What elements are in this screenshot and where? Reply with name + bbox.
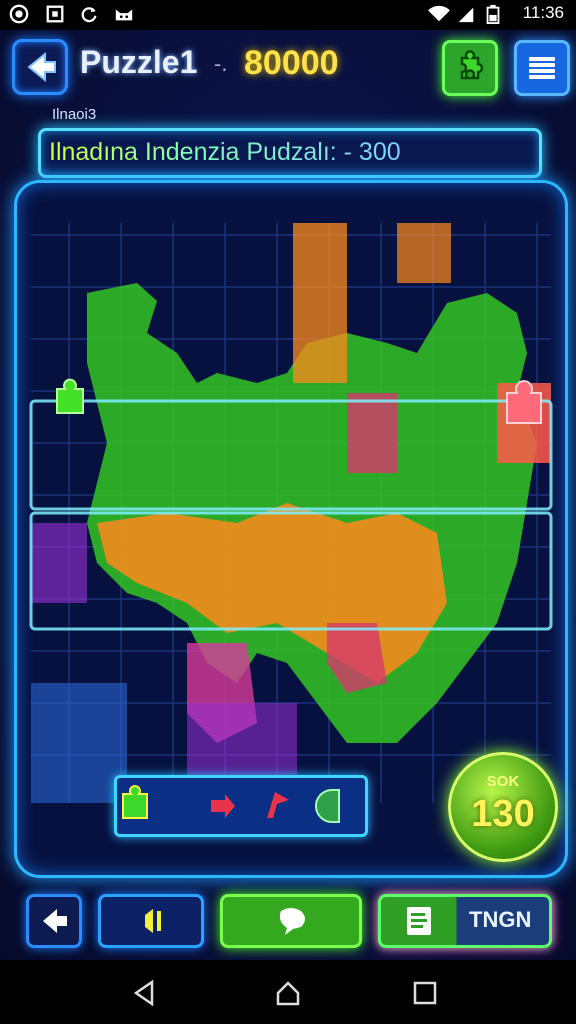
- piece-tray[interactable]: [114, 775, 368, 837]
- cat-icon: [115, 9, 133, 21]
- record-icon: [9, 4, 29, 24]
- puzzle-button[interactable]: [442, 40, 498, 96]
- back-triangle-icon[interactable]: [130, 978, 160, 1008]
- tray-icons: [122, 785, 340, 824]
- home-icon[interactable]: [273, 978, 303, 1008]
- speaker-icon: [145, 909, 161, 933]
- document-icon: [407, 907, 431, 935]
- rotate-button[interactable]: [98, 894, 204, 948]
- menu-button[interactable]: [514, 40, 570, 96]
- hint-button[interactable]: [220, 894, 362, 948]
- region-purple-west: [31, 523, 87, 603]
- screenshot-icon: [46, 5, 64, 23]
- cursor-icon[interactable]: [315, 789, 340, 824]
- timer-label: SOK: [486, 773, 520, 790]
- title-separator: -.: [214, 52, 228, 76]
- tngn-label: TNGN: [469, 907, 532, 932]
- arrow-right-icon[interactable]: [211, 794, 235, 818]
- signal-icon: [458, 7, 474, 23]
- banner-text: Ilnadına Indenzia Pudzalı: - 300: [49, 138, 401, 166]
- timer-value: 130: [471, 793, 535, 835]
- region-blue: [31, 683, 127, 803]
- game-screen: Puzzle1 -. 80000 Ilnaoi3 Ilnadına Indenz…: [0, 30, 576, 960]
- top-bar: Puzzle1 -. 80000: [0, 30, 576, 100]
- level-label: Ilnaoi3: [52, 106, 97, 123]
- score-display: 80000: [244, 44, 339, 82]
- bottom-back-button[interactable]: [26, 894, 82, 948]
- back-button[interactable]: [12, 39, 68, 95]
- puzzle-piece-icon[interactable]: [122, 785, 148, 819]
- wifi-icon: [428, 5, 450, 22]
- back-arrow-icon: [43, 909, 67, 933]
- region-orange-top: [397, 223, 451, 283]
- status-bar: 11:36: [0, 0, 576, 30]
- page-title: Puzzle1: [80, 44, 198, 80]
- puzzle-piece-icon: [460, 50, 484, 80]
- tngn-button[interactable]: TNGN: [378, 894, 552, 948]
- clock: 11:36: [522, 3, 564, 22]
- system-nav-bar: [0, 960, 576, 1024]
- sync-icon: [81, 7, 97, 23]
- back-arrow-icon: [27, 51, 56, 83]
- bottom-toolbar: TNGN: [0, 890, 576, 960]
- flag-icon[interactable]: [267, 792, 289, 818]
- timer-badge: SOK 130: [448, 752, 558, 862]
- region-red: [347, 393, 397, 473]
- region-orange-column: [293, 223, 347, 383]
- chat-bubble-icon: [279, 908, 305, 935]
- hamburger-menu-icon: [529, 57, 555, 79]
- puzzle-banner: Ilnadına Indenzia Pudzalı: - 300: [38, 128, 542, 178]
- recents-icon[interactable]: [410, 978, 440, 1008]
- battery-icon: [486, 4, 500, 24]
